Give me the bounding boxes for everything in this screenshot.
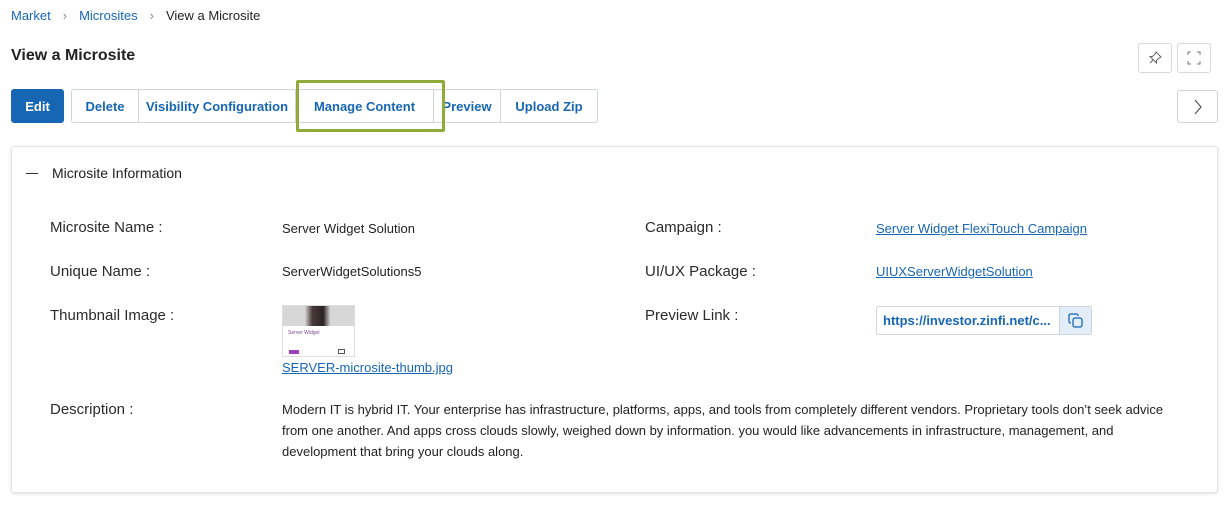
pin-button[interactable] <box>1138 43 1172 73</box>
breadcrumb-market-link[interactable]: Market <box>11 8 51 23</box>
page-title: View a Microsite <box>11 47 136 64</box>
thumbnail-file-link[interactable]: SERVER-microsite-thumb.jpg <box>282 360 453 375</box>
uiux-package-link[interactable]: UIUXServerWidgetSolution <box>876 264 1033 279</box>
breadcrumb-separator-icon: › <box>62 8 68 23</box>
breadcrumb-current: View a Microsite <box>165 8 261 23</box>
visibility-configuration-button[interactable]: Visibility Configuration <box>139 89 296 123</box>
unique-name-label: Unique Name : <box>50 263 151 280</box>
microsite-information-panel: Microsite Information Microsite Name : S… <box>11 146 1218 493</box>
upload-zip-button[interactable]: Upload Zip <box>501 89 598 123</box>
action-toolbar: Edit Delete Visibility Configuration Man… <box>11 89 598 123</box>
fullscreen-button[interactable] <box>1177 43 1211 73</box>
preview-button[interactable]: Preview <box>434 89 501 123</box>
expand-icon <box>1187 51 1201 65</box>
copy-button[interactable] <box>1059 307 1091 334</box>
description-value: Modern IT is hybrid IT. Your enterprise … <box>282 402 1164 459</box>
delete-button[interactable]: Delete <box>71 89 139 123</box>
preview-link-field: https://investor.zinfi.net/c... <box>876 306 1092 335</box>
thumbnail-photo <box>283 306 354 326</box>
manage-content-button[interactable]: Manage Content <box>296 89 434 123</box>
pin-icon <box>1148 51 1162 65</box>
thumbnail-logo <box>289 350 299 354</box>
breadcrumb-separator-icon: › <box>149 8 154 23</box>
microsite-name-value: Server Widget Solution <box>282 221 415 236</box>
section-header[interactable]: Microsite Information <box>26 165 182 181</box>
section-title: Microsite Information <box>52 165 182 181</box>
thumbnail-image-label: Thumbnail Image : <box>50 307 175 324</box>
thumbnail-image[interactable]: Server Widget <box>282 305 355 357</box>
chevron-right-icon <box>1194 99 1202 114</box>
thumbnail-device-icon <box>338 349 345 354</box>
microsite-name-label: Microsite Name : <box>50 219 163 236</box>
thumbnail-caption: Server Widget <box>288 330 320 336</box>
description-label: Description : <box>50 401 134 418</box>
preview-link-value[interactable]: https://investor.zinfi.net/c... <box>877 313 1059 328</box>
unique-name-value: ServerWidgetSolutions5 <box>282 264 422 279</box>
copy-icon <box>1067 312 1083 328</box>
breadcrumb-microsites-link[interactable]: Microsites <box>79 8 138 23</box>
uiux-package-label: UI/UX Package : <box>645 263 756 280</box>
campaign-label: Campaign : <box>645 219 722 236</box>
edit-button[interactable]: Edit <box>11 89 64 123</box>
next-button[interactable] <box>1177 90 1218 123</box>
minus-icon[interactable] <box>26 172 38 174</box>
breadcrumb: Market › Microsites › View a Microsite <box>11 8 260 23</box>
preview-link-label: Preview Link : <box>645 307 739 324</box>
campaign-link[interactable]: Server Widget FlexiTouch Campaign <box>876 221 1087 236</box>
